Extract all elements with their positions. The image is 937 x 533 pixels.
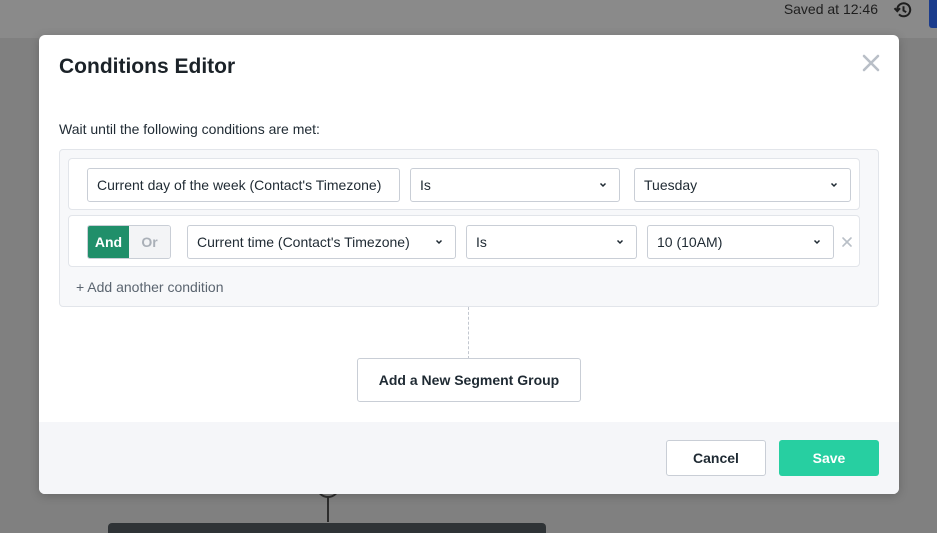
history-icon[interactable]: [893, 0, 913, 20]
condition-field-value: Current time (Contact's Timezone): [197, 234, 410, 250]
chevron-down-icon: [830, 182, 838, 188]
and-or-toggle: And Or: [87, 225, 171, 259]
chevron-down-icon: [599, 182, 607, 188]
chevron-down-icon: [616, 239, 624, 245]
condition-operator-select[interactable]: Is: [466, 225, 637, 259]
app-edge-button: [929, 0, 937, 28]
conditions-editor-modal: Conditions Editor Wait until the followi…: [39, 35, 899, 494]
instruction-text: Wait until the following conditions are …: [59, 121, 320, 137]
condition-operator-value: Is: [420, 177, 431, 193]
add-condition-link[interactable]: + Add another condition: [76, 279, 224, 295]
condition-operator-select[interactable]: Is: [410, 168, 620, 202]
add-segment-group-button[interactable]: Add a New Segment Group: [357, 358, 581, 402]
flow-connector: [327, 496, 329, 522]
modal-title: Conditions Editor: [59, 55, 236, 78]
saved-status: Saved at 12:46: [783, 1, 878, 17]
chevron-down-icon: [435, 239, 443, 245]
condition-operator-value: Is: [476, 234, 487, 250]
cancel-button[interactable]: Cancel: [666, 440, 766, 476]
condition-field-select[interactable]: Current time (Contact's Timezone): [187, 225, 456, 259]
modal-footer: Cancel Save: [39, 422, 899, 494]
save-button[interactable]: Save: [779, 440, 879, 476]
and-toggle-button[interactable]: And: [88, 226, 129, 258]
chevron-down-icon: [813, 239, 821, 245]
or-toggle-button[interactable]: Or: [129, 226, 170, 258]
condition-field-select[interactable]: Current day of the week (Contact's Timez…: [87, 168, 400, 202]
flow-block: [108, 523, 546, 533]
remove-condition-icon[interactable]: [839, 234, 855, 250]
condition-value-select[interactable]: Tuesday: [634, 168, 851, 202]
condition-row: And Or Current time (Contact's Timezone)…: [68, 215, 860, 267]
condition-value-select[interactable]: 10 (10AM): [647, 225, 834, 259]
condition-value-text: Tuesday: [644, 177, 698, 193]
close-icon[interactable]: [861, 53, 881, 73]
condition-value-text: 10 (10AM): [657, 234, 723, 250]
condition-row: Current day of the week (Contact's Timez…: [68, 158, 860, 210]
group-connector: [468, 307, 469, 359]
segment-group: Current day of the week (Contact's Timez…: [59, 149, 879, 307]
condition-field-value: Current day of the week (Contact's Timez…: [97, 177, 382, 193]
